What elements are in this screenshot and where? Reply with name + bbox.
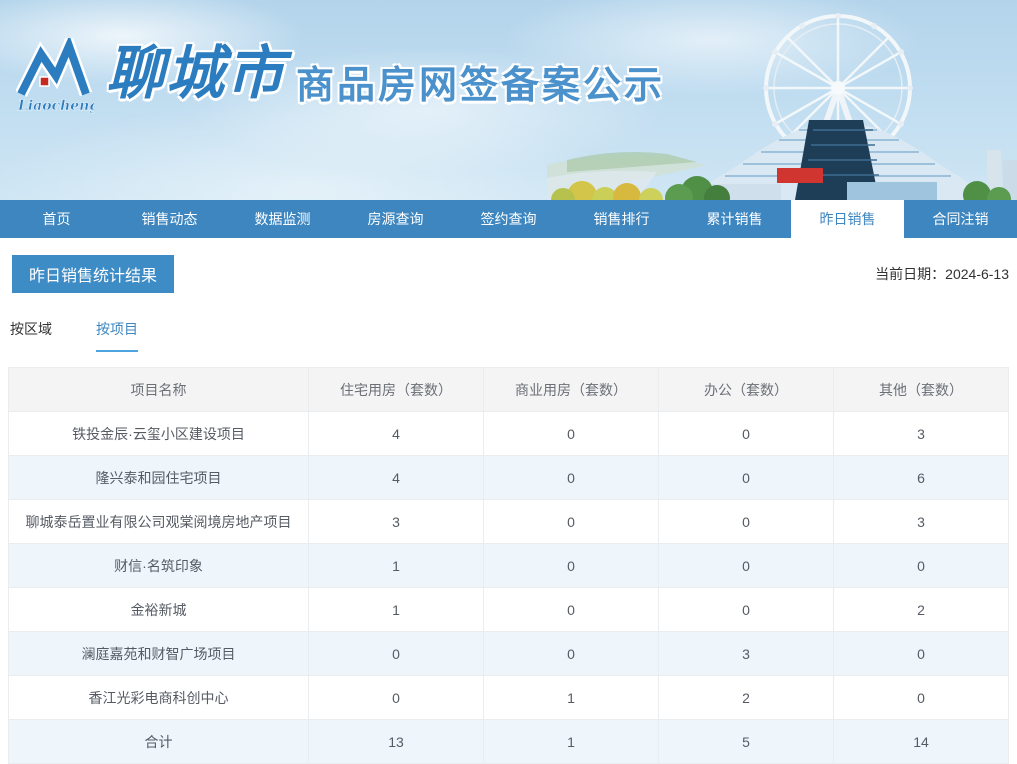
cell-project-name: 聊城泰岳置业有限公司观棠阅境房地产项目 — [8, 499, 309, 544]
building-illustration — [687, 120, 992, 200]
cityscape-illustration — [547, 13, 1017, 200]
cell-office: 0 — [658, 499, 834, 544]
cell-total-residential: 13 — [308, 719, 484, 764]
column-header-commercial: 商业用房（套数） — [483, 367, 659, 412]
nav-item-sales-dynamics[interactable]: 销售动态 — [113, 200, 226, 238]
cell-commercial: 0 — [483, 455, 659, 500]
table-row: 澜庭嘉苑和财智广场项目 0 0 3 0 — [8, 631, 1009, 676]
cell-office: 2 — [658, 675, 834, 720]
date-label: 当前日期： — [875, 266, 946, 282]
table-row: 金裕新城 1 0 0 2 — [8, 587, 1009, 632]
cell-commercial: 0 — [483, 411, 659, 456]
cell-other: 2 — [833, 587, 1009, 632]
cell-other: 0 — [833, 631, 1009, 676]
cell-office: 0 — [658, 411, 834, 456]
cell-residential: 0 — [308, 675, 484, 720]
cell-office: 0 — [658, 587, 834, 632]
cell-other: 6 — [833, 455, 1009, 500]
sales-table: 项目名称 住宅用房（套数） 商业用房（套数） 办公（套数） 其他（套数） 铁投金… — [8, 367, 1009, 764]
column-header-other: 其他（套数） — [833, 367, 1009, 412]
cell-project-name: 隆兴泰和园住宅项目 — [8, 455, 309, 500]
cell-residential: 4 — [308, 411, 484, 456]
cell-total-label: 合计 — [8, 719, 309, 764]
nav-item-yesterday-sales[interactable]: 昨日销售 — [791, 200, 904, 238]
cell-office: 3 — [658, 631, 834, 676]
cell-office: 0 — [658, 455, 834, 500]
view-tabs: 按区域 按项目 — [10, 319, 1009, 352]
table-row: 香江光彩电商科创中心 0 1 2 0 — [8, 675, 1009, 720]
date-value: 2024-6-13 — [945, 266, 1009, 282]
svg-text:Liaocheng: Liaocheng — [17, 98, 94, 114]
table-total-row: 合计 13 1 5 14 — [8, 719, 1009, 764]
nav-item-cumulative-sales[interactable]: 累计销售 — [678, 200, 791, 238]
cell-other: 3 — [833, 411, 1009, 456]
cell-other: 0 — [833, 675, 1009, 720]
current-date: 当前日期：2024-6-13 — [875, 264, 1009, 284]
table-row: 财信·名筑印象 1 0 0 0 — [8, 543, 1009, 588]
cell-office: 0 — [658, 543, 834, 588]
cell-residential: 4 — [308, 455, 484, 500]
liaocheng-logo-icon: Liaocheng — [16, 38, 94, 114]
cell-other: 3 — [833, 499, 1009, 544]
nav-item-contract-cancel[interactable]: 合同注销 — [904, 200, 1017, 238]
cell-commercial: 1 — [483, 675, 659, 720]
column-header-residential: 住宅用房（套数） — [308, 367, 484, 412]
cell-commercial: 0 — [483, 631, 659, 676]
tab-by-project[interactable]: 按项目 — [96, 319, 138, 352]
header-banner: Liaocheng 聊城市 商品房网签备案公示 — [0, 0, 1017, 200]
cell-commercial: 0 — [483, 543, 659, 588]
cell-project-name: 铁投金辰·云玺小区建设项目 — [8, 411, 309, 456]
cell-residential: 0 — [308, 631, 484, 676]
tab-by-district[interactable]: 按区域 — [10, 319, 52, 352]
column-header-project: 项目名称 — [8, 367, 309, 412]
cell-residential: 3 — [308, 499, 484, 544]
page-title: 昨日销售统计结果 — [12, 255, 175, 293]
cell-project-name: 财信·名筑印象 — [8, 543, 309, 588]
cell-total-office: 5 — [658, 719, 834, 764]
cell-total-other: 14 — [833, 719, 1009, 764]
cell-project-name: 澜庭嘉苑和财智广场项目 — [8, 631, 309, 676]
nav-item-contract-query[interactable]: 签约查询 — [452, 200, 565, 238]
cell-total-commercial: 1 — [483, 719, 659, 764]
title-row: 昨日销售统计结果 当前日期：2024-6-13 — [8, 255, 1009, 293]
site-name: 聊城市 — [106, 39, 287, 107]
cell-project-name: 香江光彩电商科创中心 — [8, 675, 309, 720]
table-row: 铁投金辰·云玺小区建设项目 4 0 0 3 — [8, 411, 1009, 456]
cell-commercial: 0 — [483, 587, 659, 632]
table-row: 聊城泰岳置业有限公司观棠阅境房地产项目 3 0 0 3 — [8, 499, 1009, 544]
table-row: 隆兴泰和园住宅项目 4 0 0 6 — [8, 455, 1009, 500]
cell-residential: 1 — [308, 543, 484, 588]
nav-item-sales-ranking[interactable]: 销售排行 — [565, 200, 678, 238]
cell-other: 0 — [833, 543, 1009, 588]
table-header-row: 项目名称 住宅用房（套数） 商业用房（套数） 办公（套数） 其他（套数） — [8, 367, 1009, 412]
cell-residential: 1 — [308, 587, 484, 632]
nav-item-home[interactable]: 首页 — [0, 200, 113, 238]
column-header-office: 办公（套数） — [658, 367, 834, 412]
logo-script-text: Liaocheng — [17, 98, 94, 114]
cell-project-name: 金裕新城 — [8, 587, 309, 632]
main-nav: 首页 销售动态 数据监测 房源查询 签约查询 销售排行 累计销售 昨日销售 合同… — [0, 200, 1017, 238]
nav-item-listing-query[interactable]: 房源查询 — [339, 200, 452, 238]
cell-commercial: 0 — [483, 499, 659, 544]
nav-item-data-monitor[interactable]: 数据监测 — [226, 200, 339, 238]
main-content: 昨日销售统计结果 当前日期：2024-6-13 按区域 按项目 项目名称 住宅用… — [0, 255, 1017, 764]
